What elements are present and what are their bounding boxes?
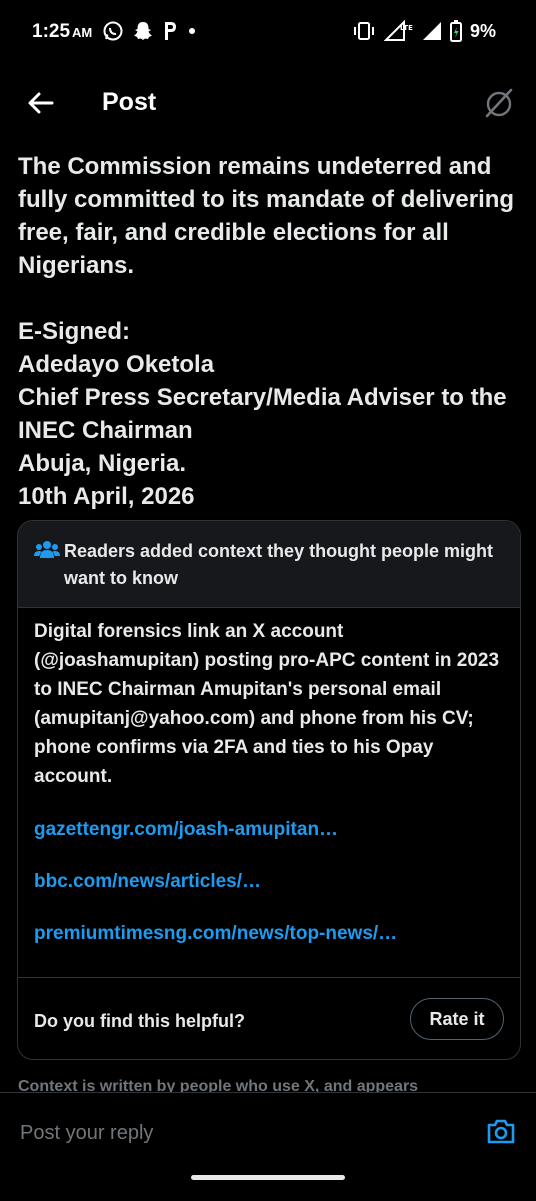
community-note-title: Readers added context they thought peopl…	[64, 541, 494, 588]
grok-icon[interactable]	[482, 86, 516, 120]
community-note-text: Digital forensics link an X account (@jo…	[34, 621, 500, 787]
post-text: The Commission remains undeterred and fu…	[18, 150, 518, 513]
vibrate-icon	[353, 22, 374, 40]
lte-signal-icon: LTE	[383, 20, 413, 41]
reply-bar	[0, 1092, 536, 1201]
rate-it-button[interactable]: Rate it	[410, 998, 504, 1040]
note-link-gazettengr[interactable]: gazettengr.com/joash-amupitan…	[34, 819, 504, 841]
reply-input[interactable]	[18, 1119, 462, 1147]
helpful-rating-row: Do you find this helpful? Rate it	[18, 977, 520, 1059]
signal-icon	[422, 22, 441, 40]
status-bar: 1:25 AM LTE 9%	[0, 0, 536, 62]
people-icon	[34, 541, 60, 558]
helpful-question: Do you find this helpful?	[34, 1011, 245, 1031]
arrow-left-icon[interactable]	[24, 86, 58, 120]
community-note-body: Digital forensics link an X account (@jo…	[34, 617, 504, 945]
community-note-card[interactable]: Readers added context they thought peopl…	[17, 520, 521, 1060]
snapchat-icon	[134, 22, 152, 40]
svg-text:LTE: LTE	[400, 24, 413, 32]
post-header: Post	[0, 72, 536, 136]
battery-percent: 9%	[469, 20, 496, 41]
camera-icon[interactable]	[486, 1117, 516, 1145]
signature-line-name: Adedayo Oketola	[18, 351, 215, 378]
dot-icon	[189, 28, 195, 34]
signature-line-date: 10th April, 2026	[18, 483, 195, 510]
signature-line-role: Chief Press Secretary/Media Adviser to t…	[18, 384, 507, 444]
home-indicator[interactable]	[191, 1175, 345, 1180]
page-title: Post	[102, 88, 157, 116]
battery-icon	[449, 20, 462, 42]
post-paragraph: The Commission remains undeterred and fu…	[18, 153, 515, 279]
whatsapp-icon	[103, 21, 123, 41]
note-link-bbc[interactable]: bbc.com/news/articles/…	[34, 871, 504, 893]
status-time: 1:25 AM	[32, 21, 93, 42]
signature-line-label: E-Signed:	[18, 318, 130, 345]
note-link-premiumtimes[interactable]: premiumtimesng.com/news/top-news/…	[34, 923, 504, 945]
p-app-icon	[165, 22, 176, 40]
signature-line-location: Abuja, Nigeria.	[18, 450, 187, 477]
community-note-header: Readers added context they thought peopl…	[18, 521, 520, 608]
